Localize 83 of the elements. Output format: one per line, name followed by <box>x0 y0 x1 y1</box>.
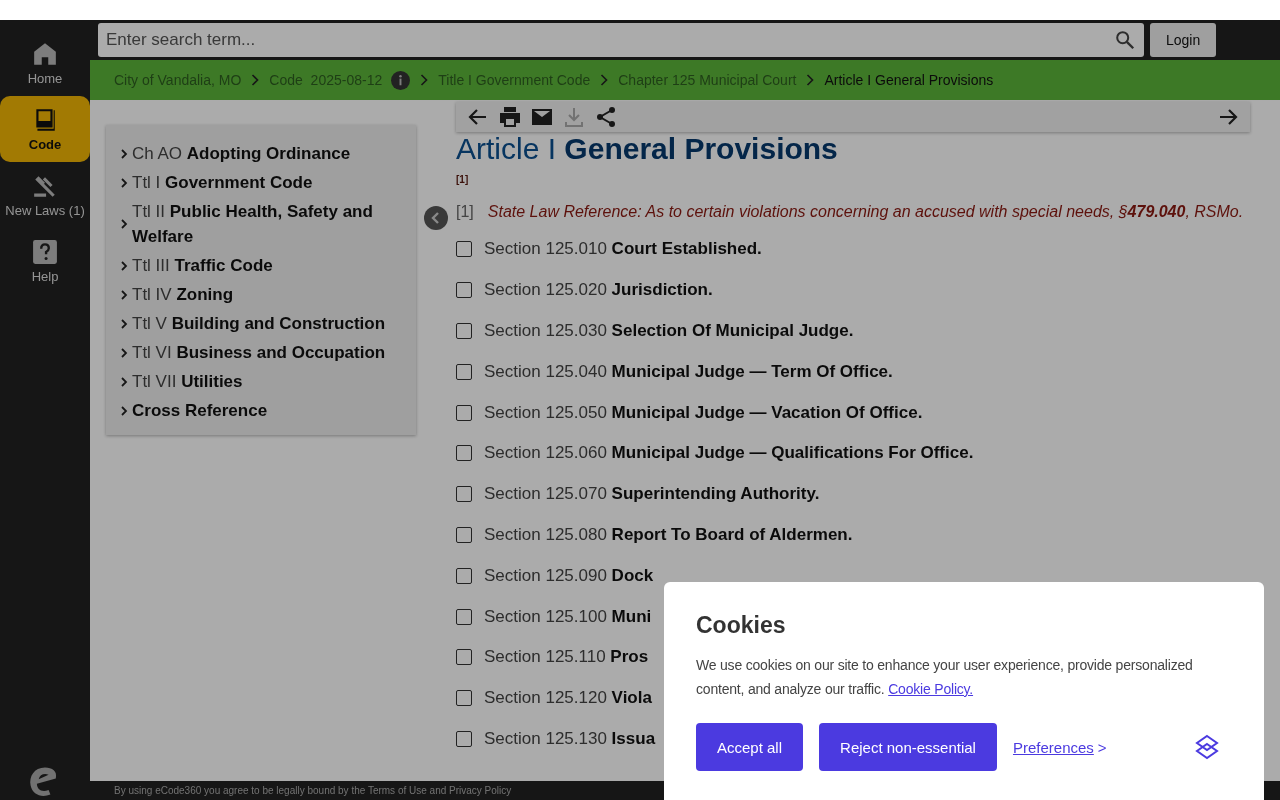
toc-item[interactable]: Ttl I Government Code <box>120 170 406 195</box>
checkbox[interactable] <box>456 690 472 707</box>
preferences-link[interactable]: Preferences <box>1012 738 1094 756</box>
chevron-icon <box>120 346 128 359</box>
accept-button[interactable]: Accept all <box>696 723 804 771</box>
toc-item[interactable]: Ttl III Traffic Code <box>120 253 406 278</box>
chevron-icon <box>120 218 128 230</box>
sidebar-item[interactable]: Help <box>0 228 90 294</box>
footnote-number: [1] <box>456 203 474 221</box>
sidebar-item[interactable]: Code <box>0 96 90 162</box>
toc-label: Ttl I Government Code <box>132 172 313 194</box>
chevron-icon <box>120 317 128 330</box>
section-link[interactable]: Section 125.050 Municipal Judge — Vacation Of Office. <box>484 402 923 423</box>
toc-item[interactable]: Ttl VII Utilities <box>120 369 406 394</box>
collapse-button[interactable] <box>424 206 448 230</box>
cookie-logo-icon[interactable] <box>1194 734 1220 760</box>
footnote-text: State Law Reference: As to certain violations concerning an accused with special needs, §479.040, RSMo. <box>487 203 1244 221</box>
chevron-icon <box>120 404 128 417</box>
chevron-icon <box>120 176 128 189</box>
toc-label: Ttl II Public Health, Safety and Welfare <box>132 201 374 248</box>
toc-item[interactable]: Ch AO Adopting Ordinance <box>120 141 406 166</box>
toc-label: Ch AO Adopting Ordinance <box>132 143 351 165</box>
toc-item[interactable]: Ttl VI Business and Occupation <box>120 340 406 365</box>
sidebar-item[interactable]: Home <box>0 30 90 96</box>
section-link[interactable]: Section 125.090 Dock <box>484 565 654 586</box>
sidebar-item[interactable]: New Laws (1) <box>0 162 90 228</box>
checkbox[interactable] <box>456 241 472 258</box>
share-icon[interactable] <box>594 105 618 129</box>
article-title: Article I General Provisions <box>456 132 839 166</box>
info-icon[interactable] <box>391 70 411 90</box>
chevron-icon <box>120 147 128 160</box>
toc-label: Ttl VII Utilities <box>132 371 243 393</box>
toc-label: Ttl IV Zoning <box>132 284 234 306</box>
toc-item[interactable]: Ttl II Public Health, Safety and Welfare <box>120 199 406 249</box>
section-link[interactable]: Section 125.080 Report To Board of Aldermen. <box>484 524 853 545</box>
checkbox[interactable] <box>456 445 472 462</box>
toc-item[interactable]: Ttl IV Zoning <box>120 282 406 307</box>
checkbox[interactable] <box>456 363 472 380</box>
preferences-arrow: > <box>1097 738 1107 756</box>
chevron-icon <box>419 73 430 87</box>
chevron-icon <box>250 73 261 87</box>
search-icon[interactable] <box>1114 29 1136 51</box>
footnote-link[interactable]: [1] <box>456 174 1250 185</box>
section-link[interactable]: Section 125.070 Superintending Authority. <box>484 484 820 505</box>
chevron-icon <box>120 288 128 301</box>
section-link[interactable]: Section 125.030 Selection Of Municipal Judge. <box>484 321 854 341</box>
help-icon <box>32 238 58 265</box>
chevron-icon <box>805 73 816 87</box>
cookie-text: We use cookies on our site to enhance your user experience, provide personalized content, and analyze our traffic. Cookie Policy. <box>696 656 1194 699</box>
toc-item[interactable]: Cross Reference <box>120 398 406 423</box>
chevron-icon <box>120 375 128 388</box>
checkbox[interactable] <box>456 486 472 503</box>
toc-label: Ttl VI Business and Occupation <box>132 342 386 364</box>
checkbox[interactable] <box>456 567 472 584</box>
section-link[interactable]: Section 125.040 Municipal Judge — Term Of Office. <box>484 361 893 382</box>
login-button[interactable]: Login <box>1150 23 1217 57</box>
breadcrumb-link[interactable]: Article I General Provisions <box>824 72 994 88</box>
toc-item[interactable]: Ttl V Building and Construction <box>120 311 406 336</box>
checkbox[interactable] <box>456 323 472 339</box>
chevron-icon <box>120 259 128 272</box>
toc-label: Ttl III Traffic Code <box>132 255 273 277</box>
section-link[interactable]: Section 125.100 Muni <box>484 606 652 627</box>
checkbox[interactable] <box>456 649 472 666</box>
toc-label: Ttl V Building and Construction <box>132 313 386 335</box>
checkbox[interactable] <box>456 608 472 625</box>
toc-label: Cross Reference <box>132 400 268 422</box>
section-link[interactable]: Section 125.130 Issua <box>484 728 656 749</box>
section-link[interactable]: Section 125.060 Municipal Judge — Qualifications For Office. <box>484 443 974 464</box>
section-link[interactable]: Section 125.120 Viola <box>484 688 652 709</box>
cookie-policy-link[interactable]: Cookie Policy. <box>888 681 974 697</box>
search-field[interactable]: Enter search term... <box>98 23 1144 57</box>
reject-button[interactable]: Reject non-essential <box>819 723 997 771</box>
checkbox[interactable] <box>456 404 472 421</box>
footer-text: By using eCode360 you agree to be legally bound by the Terms of Use and Privacy Policy <box>114 785 512 796</box>
checkbox[interactable] <box>456 526 472 543</box>
cookie-title: Cookies <box>696 612 787 639</box>
section-link[interactable]: Section 125.020 Jurisdiction. <box>484 280 713 301</box>
chevron-icon <box>599 73 610 87</box>
print-icon[interactable] <box>498 105 522 129</box>
section-link[interactable]: Section 125.110 Pros <box>484 647 649 668</box>
checkbox[interactable] <box>456 730 472 747</box>
section-link[interactable]: Section 125.010 Court Established. <box>484 239 762 260</box>
checkbox[interactable] <box>456 282 472 299</box>
